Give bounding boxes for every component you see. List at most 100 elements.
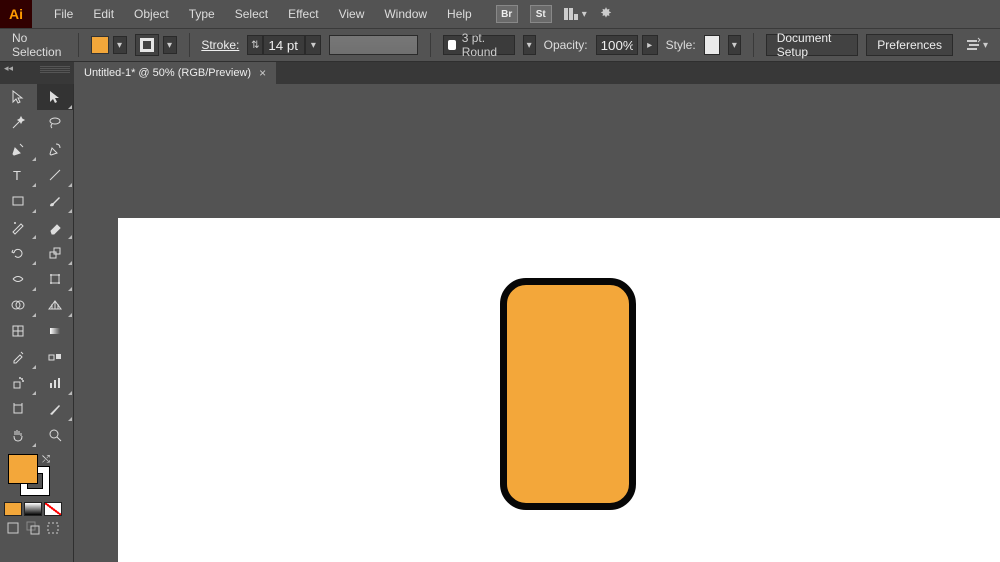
- blend-tool[interactable]: [37, 344, 74, 370]
- align-icon: [965, 37, 981, 53]
- eraser-tool[interactable]: [37, 214, 74, 240]
- fill-dropdown[interactable]: ▾: [113, 36, 127, 54]
- stroke-control[interactable]: ▾: [135, 34, 177, 56]
- magic-wand-tool[interactable]: [0, 110, 37, 136]
- fill-stroke-indicator[interactable]: ⤭: [0, 448, 73, 500]
- menu-object[interactable]: Object: [124, 0, 179, 28]
- draw-normal[interactable]: [4, 520, 22, 536]
- stroke-weight-field[interactable]: ⇅ ▾: [247, 35, 321, 55]
- document-tab[interactable]: Untitled-1* @ 50% (RGB/Preview) ×: [74, 62, 276, 84]
- width-tool[interactable]: [0, 266, 37, 292]
- document-setup-button[interactable]: Document Setup: [766, 34, 859, 56]
- eyedropper-tool[interactable]: [0, 344, 37, 370]
- menu-edit[interactable]: Edit: [83, 0, 124, 28]
- artboard[interactable]: [118, 218, 1000, 562]
- opacity-control: ▸: [596, 35, 658, 55]
- curvature-tool[interactable]: [37, 136, 74, 162]
- line-segment-tool[interactable]: [37, 162, 74, 188]
- rectangle-tool[interactable]: [0, 188, 37, 214]
- paintbrush-icon: [47, 193, 63, 209]
- symbol-sprayer-icon: [10, 375, 26, 391]
- free-transform-icon: [47, 271, 63, 287]
- gpu-preview-button[interactable]: [599, 6, 613, 23]
- hand-tool[interactable]: [0, 422, 37, 448]
- main-area: T: [0, 84, 1000, 562]
- menu-help[interactable]: Help: [437, 0, 482, 28]
- symbol-sprayer-tool[interactable]: [0, 370, 37, 396]
- menu-select[interactable]: Select: [225, 0, 278, 28]
- menu-file[interactable]: File: [44, 0, 83, 28]
- rounded-rectangle-shape[interactable]: [500, 278, 636, 510]
- draw-mode-row: [0, 518, 73, 542]
- panel-collapse-area[interactable]: ◂◂: [0, 62, 74, 84]
- type-tool[interactable]: T: [0, 162, 37, 188]
- line-icon: [47, 167, 63, 183]
- graph-icon: [47, 375, 63, 391]
- artboard-icon: [10, 401, 26, 417]
- opacity-label[interactable]: Opacity:: [544, 38, 588, 52]
- arrange-documents-button[interactable]: ▾: [564, 8, 587, 20]
- stroke-dropdown[interactable]: ▾: [163, 36, 177, 54]
- stroke-weight-stepper[interactable]: ⇅: [247, 35, 263, 55]
- bridge-icon[interactable]: Br: [496, 5, 518, 23]
- brush-definition-label: 3 pt. Round: [462, 31, 510, 59]
- menu-view[interactable]: View: [329, 0, 375, 28]
- menu-window[interactable]: Window: [374, 0, 437, 28]
- panel-grab-handle[interactable]: [40, 66, 70, 74]
- opacity-dropdown[interactable]: ▸: [642, 35, 658, 55]
- zoom-tool[interactable]: [37, 422, 74, 448]
- column-graph-tool[interactable]: [37, 370, 74, 396]
- color-mode-gradient[interactable]: [24, 502, 42, 516]
- shaper-tool[interactable]: [0, 214, 37, 240]
- selection-tool-icon: [10, 89, 26, 105]
- shape-builder-icon: [10, 297, 26, 313]
- variable-width-profile[interactable]: [329, 35, 418, 55]
- rotate-tool[interactable]: [0, 240, 37, 266]
- shape-builder-tool[interactable]: [0, 292, 37, 318]
- preferences-button[interactable]: Preferences: [866, 34, 953, 56]
- close-tab-button[interactable]: ×: [259, 66, 266, 80]
- tab-area: ◂◂ Untitled-1* @ 50% (RGB/Preview) ×: [0, 62, 1000, 84]
- align-to-button[interactable]: ▾: [965, 37, 988, 53]
- opacity-input[interactable]: [596, 35, 638, 55]
- menu-type[interactable]: Type: [179, 0, 225, 28]
- chevron-down-icon: ▾: [311, 40, 316, 51]
- brush-definition-preview: [448, 40, 456, 50]
- gradient-tool[interactable]: [37, 318, 74, 344]
- perspective-grid-tool[interactable]: [37, 292, 74, 318]
- slice-tool[interactable]: [37, 396, 74, 422]
- paintbrush-tool[interactable]: [37, 188, 74, 214]
- blend-icon: [47, 349, 63, 365]
- scale-tool[interactable]: [37, 240, 74, 266]
- draw-inside[interactable]: [44, 520, 62, 536]
- fill-color-box[interactable]: [8, 454, 38, 484]
- lasso-tool[interactable]: [37, 110, 74, 136]
- fill-control[interactable]: ▾: [91, 36, 127, 54]
- stroke-panel-link[interactable]: Stroke:: [201, 38, 239, 52]
- magic-wand-icon: [10, 115, 26, 131]
- stroke-weight-dropdown[interactable]: ▾: [305, 35, 321, 55]
- mesh-tool[interactable]: [0, 318, 37, 344]
- graphic-style-dropdown[interactable]: ▾: [728, 35, 741, 55]
- color-mode-solid[interactable]: [4, 502, 22, 516]
- free-transform-tool[interactable]: [37, 266, 74, 292]
- canvas-area[interactable]: [74, 84, 1000, 562]
- mesh-icon: [10, 323, 26, 339]
- pen-tool[interactable]: [0, 136, 37, 162]
- selection-status: No Selection: [12, 31, 66, 59]
- brush-definition-dropdown[interactable]: ▾: [523, 35, 536, 55]
- menu-effect[interactable]: Effect: [278, 0, 328, 28]
- graphic-style-swatch[interactable]: [704, 35, 720, 55]
- draw-behind[interactable]: [24, 520, 42, 536]
- swap-fill-stroke-icon[interactable]: ⤭: [42, 454, 50, 465]
- brush-definition[interactable]: 3 pt. Round: [443, 35, 515, 55]
- hand-icon: [10, 427, 26, 443]
- direct-selection-tool[interactable]: [37, 84, 74, 110]
- color-mode-none[interactable]: [44, 502, 62, 516]
- stroke-weight-input[interactable]: [263, 35, 305, 55]
- selection-tool[interactable]: [0, 84, 37, 110]
- stock-icon[interactable]: St: [530, 5, 552, 23]
- style-label: Style:: [666, 38, 696, 52]
- artboard-tool[interactable]: [0, 396, 37, 422]
- rotate-icon: [10, 245, 26, 261]
